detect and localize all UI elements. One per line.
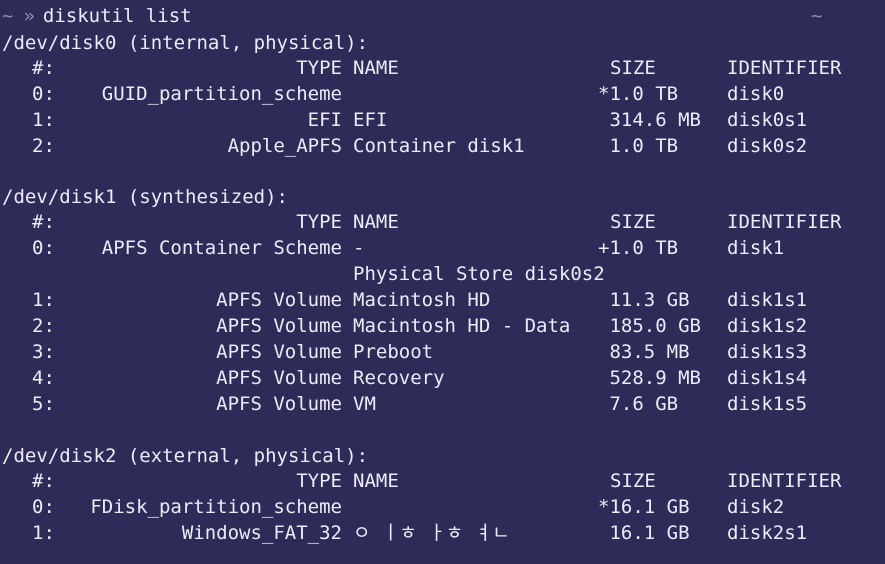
table-row: 1: Windows_FAT_32 ㅇ ㅣㅎ ㅏㅎ ㅕㄴ 16.1 GB dis… [0,520,885,546]
terminal-window[interactable]: ~ » diskutil list ~ /dev/disk0 (internal, … [0,0,885,564]
column-header-row: #: TYPE NAME SIZE IDENTIFIER [0,468,885,494]
prompt-arrow: » [23,5,35,27]
disk-header: /dev/disk0 (internal, physical): [2,32,369,54]
col-num-header: #: [32,57,55,79]
partition-identifier: disk0s2 [727,135,808,157]
table-row: 2: Apple_APFS Container disk1 1.0 TB dis… [0,133,885,159]
col-num-header: #: [32,470,55,492]
partition-type: GUID_partition_scheme [101,83,342,105]
partition-identifier: disk1s4 [727,367,808,389]
col-size-header: SIZE [610,211,656,233]
table-row: 0: FDisk_partition_scheme *16.1 GB disk2 [0,494,885,520]
partition-type: APFS Volume [216,393,342,415]
partition-name: ㅇ ㅣㅎ ㅏㅎ ㅕㄴ [353,522,510,544]
table-row: 1: EFI EFI 314.6 MB disk0s1 [0,107,885,133]
partition-type: APFS Volume [216,289,342,311]
col-identifier-header: IDENTIFIER [727,57,842,79]
partition-size: 528.9 MB [598,367,701,389]
partition-name: Macintosh HD [353,289,491,311]
command-text: diskutil list [42,5,192,27]
partition-type: Windows_FAT_32 [181,522,342,544]
col-type-header: TYPE [296,211,342,233]
partition-size: 314.6 MB [598,109,701,131]
table-row: 4: APFS Volume Recovery 528.9 MB disk1s4 [0,365,885,391]
partition-name: - [353,237,365,259]
table-row: 2: APFS Volume Macintosh HD - Data 185.0… [0,313,885,339]
partition-name: VM [353,393,376,415]
right-prompt-indicator: ~ [811,5,823,27]
table-row: 3: APFS Volume Preboot 83.5 MB disk1s3 [0,339,885,365]
partition-identifier: disk2 [727,496,785,518]
col-name-header: NAME [353,211,399,233]
table-row: 0: GUID_partition_scheme *1.0 TB disk0 [0,81,885,107]
partition-number: 2: [32,135,55,157]
partition-size: +1.0 TB [598,237,679,259]
partition-name: Preboot [353,341,434,363]
disk-header: /dev/disk2 (external, physical): [2,445,369,467]
col-identifier-header: IDENTIFIER [727,211,842,233]
partition-name: Macintosh HD - Data [353,315,571,337]
col-size-header: SIZE [610,470,656,492]
partition-identifier: disk1s5 [727,393,808,415]
partition-number: 4: [32,367,55,389]
partition-size: 1.0 TB [598,135,679,157]
table-row: 5: APFS Volume VM 7.6 GB disk1s5 [0,391,885,417]
partition-number: 1: [32,109,55,131]
col-identifier-header: IDENTIFIER [727,470,842,492]
partition-identifier: disk2s1 [727,522,808,544]
prompt-line: ~ » diskutil list [2,4,192,28]
partition-number: 3: [32,341,55,363]
column-header-row: #: TYPE NAME SIZE IDENTIFIER [0,55,885,81]
prompt-tilde: ~ [2,5,14,27]
partition-type: APFS Volume [216,341,342,363]
col-num-header: #: [32,211,55,233]
partition-identifier: disk1s2 [727,315,808,337]
partition-identifier: disk0 [727,83,785,105]
partition-number: 0: [32,237,55,259]
col-type-header: TYPE [296,57,342,79]
partition-type: EFI [307,109,342,131]
partition-identifier: disk0s1 [727,109,808,131]
partition-number: 0: [32,496,55,518]
col-name-header: NAME [353,470,399,492]
partition-type: APFS Volume [216,315,342,337]
partition-size: 11.3 GB [598,289,690,311]
col-type-header: TYPE [296,470,342,492]
table-row: 1: APFS Volume Macintosh HD 11.3 GB disk… [0,287,885,313]
partition-identifier: disk1s3 [727,341,808,363]
partition-number: 1: [32,289,55,311]
partition-identifier: disk1s1 [727,289,808,311]
partition-number: 1: [32,522,55,544]
partition-type: APFS Volume [216,367,342,389]
col-size-header: SIZE [610,57,656,79]
partition-name: Physical Store disk0s2 [353,263,605,285]
partition-type: Apple_APFS [227,135,342,157]
partition-size: 7.6 GB [598,393,679,415]
partition-name: Recovery [353,367,445,389]
column-header-row: #: TYPE NAME SIZE IDENTIFIER [0,209,885,235]
partition-size: 16.1 GB [598,522,690,544]
partition-identifier: disk1 [727,237,785,259]
partition-type: FDisk_partition_scheme [90,496,342,518]
partition-number: 2: [32,315,55,337]
partition-number: 5: [32,393,55,415]
table-row: Physical Store disk0s2 [0,261,885,287]
partition-size: *1.0 TB [598,83,679,105]
partition-size: 185.0 GB [598,315,701,337]
table-row: 0: APFS Container Scheme - +1.0 TB disk1 [0,235,885,261]
partition-number: 0: [32,83,55,105]
disk-header: /dev/disk1 (synthesized): [2,186,288,208]
partition-size: 83.5 MB [598,341,690,363]
partition-name: Container disk1 [353,135,525,157]
partition-type: APFS Container Scheme [101,237,342,259]
partition-name: EFI [353,109,388,131]
partition-size: *16.1 GB [598,496,690,518]
col-name-header: NAME [353,57,399,79]
